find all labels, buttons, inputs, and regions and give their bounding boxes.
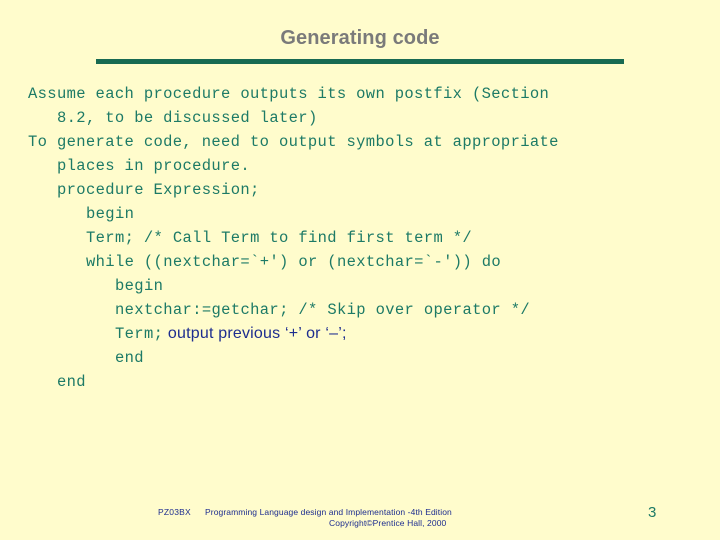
slide-canvas: Generating code Assume each procedure ou… [0, 0, 720, 540]
page-number: 3 [648, 504, 657, 521]
page-title: Generating code [280, 27, 440, 49]
footer-book-title: Programming Language design and Implemen… [205, 507, 452, 517]
code-line: while ((nextchar=`+') or (nextchar=`-'))… [86, 253, 502, 271]
footer-copyright: Copyright©Prentice Hall, 2000 [329, 518, 447, 528]
body-line: Assume each procedure outputs its own po… [28, 85, 550, 103]
code-segment-term: Term; [115, 325, 164, 343]
body-line: To generate code, need to output symbols… [28, 133, 559, 151]
code-line: nextchar:=getchar; /* Skip over operator… [115, 301, 531, 319]
body-line: places in procedure. [57, 157, 251, 175]
code-line: Term; /* Call Term to find first term */ [86, 229, 473, 247]
code-line-mixed: Term; output previous ‘+’ or ‘–’; [28, 322, 700, 346]
title-block: Generating code [0, 26, 720, 50]
slide-body: Assume each procedure outputs its own po… [28, 82, 700, 394]
code-line: end [57, 373, 86, 391]
code-line: procedure Expression; [57, 181, 260, 199]
body-line: 8.2, to be discussed later) [57, 109, 318, 127]
title-underline-rule [96, 59, 624, 64]
code-line: begin [86, 205, 135, 223]
code-segment-annotation: output previous ‘+’ or ‘–’; [163, 325, 347, 342]
footer-slide-code: PZ03BX [158, 507, 191, 517]
code-line: end [115, 349, 144, 367]
slide-footer: PZ03BX Programming Language design and I… [0, 504, 720, 538]
code-line: begin [115, 277, 164, 295]
